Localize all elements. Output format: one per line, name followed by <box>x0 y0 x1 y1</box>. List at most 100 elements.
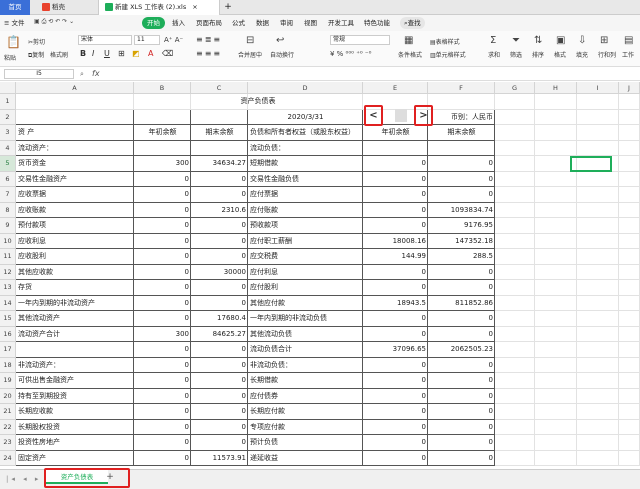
grid-cell[interactable] <box>619 187 640 203</box>
grid-cell[interactable] <box>619 125 640 141</box>
grid-cell[interactable] <box>495 156 535 172</box>
grid-cell[interactable] <box>619 233 640 249</box>
row-header[interactable]: 21 <box>0 404 16 420</box>
grid-cell[interactable] <box>535 187 577 203</box>
prev-arrow-button[interactable]: < <box>367 109 380 122</box>
grid-cell[interactable] <box>619 326 640 342</box>
filter-button[interactable]: 筛选 <box>510 50 522 59</box>
grid-cell[interactable] <box>535 218 577 234</box>
grid-cell[interactable] <box>535 125 577 141</box>
grid-cell[interactable] <box>535 295 577 311</box>
menu-file[interactable]: ≡ 文件 <box>4 17 25 29</box>
row-header[interactable]: 13 <box>0 280 16 296</box>
font-name-select[interactable]: 宋体 <box>78 35 132 45</box>
grid-cell[interactable] <box>535 94 577 110</box>
grid-cell[interactable] <box>577 404 619 420</box>
grid-cell[interactable] <box>495 218 535 234</box>
column-header-c[interactable]: C <box>191 82 248 94</box>
grid-cell[interactable] <box>619 218 640 234</box>
row-header[interactable]: 6 <box>0 171 16 187</box>
selected-cell[interactable] <box>570 156 612 172</box>
grid-cell[interactable] <box>535 140 577 156</box>
menu-developer[interactable]: 开发工具 <box>328 17 354 29</box>
menu-home[interactable]: 开始 <box>142 17 165 29</box>
table-style-button[interactable]: ▤表格样式 <box>430 37 460 46</box>
menu-view[interactable]: 视图 <box>304 17 317 29</box>
grid-cell[interactable] <box>619 404 640 420</box>
row-header[interactable]: 19 <box>0 373 16 389</box>
grid-cell[interactable] <box>535 326 577 342</box>
font-size-select[interactable]: 11 <box>134 35 160 45</box>
menu-formulas[interactable]: 公式 <box>232 17 245 29</box>
row-col-button[interactable]: 行和列 <box>598 50 616 59</box>
row-header[interactable]: 4 <box>0 140 16 156</box>
grid-cell[interactable] <box>619 295 640 311</box>
grid-cell[interactable] <box>577 125 619 141</box>
row-header[interactable]: 20 <box>0 388 16 404</box>
sum-icon[interactable]: Σ <box>490 35 496 46</box>
grid-cell[interactable] <box>619 109 640 125</box>
align-top-icons[interactable]: ≡≣≡ <box>196 35 222 44</box>
cond-format-button[interactable]: 条件格式 <box>398 50 422 59</box>
row-header[interactable]: 18 <box>0 357 16 373</box>
grid-cell[interactable] <box>495 249 535 265</box>
grid-cell[interactable] <box>495 94 535 110</box>
cond-format-icon[interactable]: ▦ <box>404 35 413 46</box>
format-icon[interactable]: ▣ <box>556 35 565 46</box>
grid-cell[interactable] <box>495 311 535 327</box>
new-tab-button[interactable]: + <box>222 0 234 15</box>
grid-cell[interactable] <box>495 295 535 311</box>
zoom-icon[interactable]: ⌕ <box>80 70 84 79</box>
grid-cell[interactable] <box>619 450 640 466</box>
grid-cell[interactable] <box>619 373 640 389</box>
wrap-text-button[interactable]: 自动换行 <box>270 50 294 59</box>
column-header-j[interactable]: J <box>619 82 640 94</box>
row-header[interactable]: 11 <box>0 249 16 265</box>
grid-cell[interactable] <box>535 202 577 218</box>
tab-home[interactable]: 首页 <box>0 0 30 15</box>
row-header[interactable]: 2 <box>0 109 16 125</box>
grid-cell[interactable] <box>495 109 535 125</box>
grid-cell[interactable] <box>535 264 577 280</box>
grid-cell[interactable] <box>535 357 577 373</box>
number-format-select[interactable]: 常规 <box>330 35 390 45</box>
grid-cell[interactable] <box>619 342 640 358</box>
quick-access-icons[interactable]: ▣ ⎙ ⟲ ↶ ↷ ⌄ <box>34 18 74 26</box>
cut-button[interactable]: ✂剪切 <box>28 37 45 46</box>
grid-cell[interactable] <box>577 109 619 125</box>
grid-cell[interactable] <box>535 404 577 420</box>
next-arrow-button[interactable]: > <box>417 109 430 122</box>
column-header-b[interactable]: B <box>134 82 191 94</box>
row-header[interactable]: 7 <box>0 187 16 203</box>
column-header-g[interactable]: G <box>495 82 535 94</box>
grid-cell[interactable] <box>535 109 577 125</box>
filter-icon[interactable]: ⏷ <box>512 35 520 46</box>
fill-button[interactable]: 填充 <box>576 50 588 59</box>
underline-icon[interactable]: U <box>104 49 110 58</box>
scroll-thumb[interactable] <box>395 109 407 122</box>
row-header[interactable]: 10 <box>0 233 16 249</box>
sum-button[interactable]: 求和 <box>488 50 500 59</box>
paste-icon[interactable]: 📋 <box>6 35 21 49</box>
border-icon[interactable]: ⊞ <box>118 49 125 58</box>
sort-button[interactable]: 排序 <box>532 50 544 59</box>
grid-cell[interactable] <box>495 326 535 342</box>
menu-features[interactable]: 特色功能 <box>364 17 390 29</box>
grid-cell[interactable] <box>495 264 535 280</box>
grid-cell[interactable] <box>495 404 535 420</box>
formula-input[interactable] <box>108 69 636 79</box>
format-painter-button[interactable]: 格式刷 <box>50 50 68 59</box>
italic-icon[interactable]: I <box>92 49 94 58</box>
grid-cell[interactable] <box>495 140 535 156</box>
grid-cell[interactable] <box>535 249 577 265</box>
grid-cell[interactable] <box>495 373 535 389</box>
grid-cell[interactable] <box>577 264 619 280</box>
grid-cell[interactable] <box>619 419 640 435</box>
grid-cell[interactable] <box>495 187 535 203</box>
column-header-f[interactable]: F <box>428 82 495 94</box>
grid-cell[interactable] <box>577 435 619 451</box>
grid-cell[interactable] <box>619 156 640 172</box>
grid-cell[interactable] <box>577 140 619 156</box>
grid-cell[interactable] <box>577 187 619 203</box>
grid-cell[interactable] <box>619 171 640 187</box>
